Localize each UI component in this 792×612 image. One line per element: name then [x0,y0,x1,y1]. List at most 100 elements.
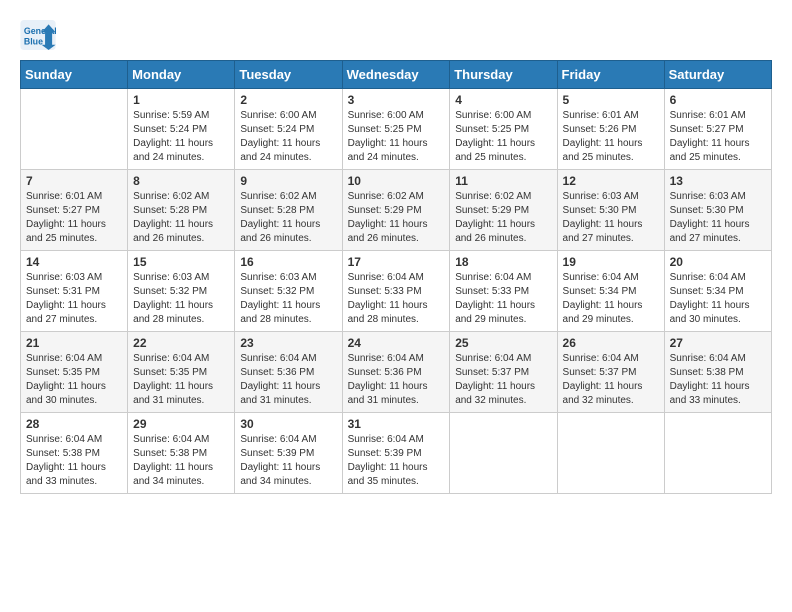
calendar-cell: 19 Sunrise: 6:04 AM Sunset: 5:34 PM Dayli… [557,251,664,332]
day-info: Sunrise: 6:04 AM Sunset: 5:33 PM Dayligh… [455,271,551,327]
day-info: Sunrise: 6:02 AM Sunset: 5:29 PM Dayligh… [348,190,445,246]
weekday-header: Sunday [21,61,128,89]
day-number: 1 [133,93,229,107]
calendar-cell: 18 Sunrise: 6:04 AM Sunset: 5:33 PM Dayli… [450,251,557,332]
calendar-table: SundayMondayTuesdayWednesdayThursdayFrid… [20,60,772,494]
day-number: 28 [26,417,122,431]
calendar-cell: 30 Sunrise: 6:04 AM Sunset: 5:39 PM Dayli… [235,413,342,494]
day-info: Sunrise: 6:01 AM Sunset: 5:27 PM Dayligh… [670,109,766,165]
calendar-cell: 16 Sunrise: 6:03 AM Sunset: 5:32 PM Dayli… [235,251,342,332]
day-info: Sunrise: 6:02 AM Sunset: 5:29 PM Dayligh… [455,190,551,246]
day-number: 14 [26,255,122,269]
calendar-cell: 6 Sunrise: 6:01 AM Sunset: 5:27 PM Daylig… [664,89,771,170]
day-number: 17 [348,255,445,269]
logo: General Blue [20,20,60,50]
day-number: 5 [563,93,659,107]
day-number: 27 [670,336,766,350]
day-number: 16 [240,255,336,269]
day-info: Sunrise: 6:04 AM Sunset: 5:38 PM Dayligh… [26,433,122,489]
calendar-cell: 21 Sunrise: 6:04 AM Sunset: 5:35 PM Dayli… [21,332,128,413]
day-info: Sunrise: 6:04 AM Sunset: 5:35 PM Dayligh… [133,352,229,408]
calendar-cell: 22Sunrise: 6:04 AM Sunset: 5:35 PM Dayli… [128,332,235,413]
day-info: Sunrise: 6:03 AM Sunset: 5:30 PM Dayligh… [563,190,659,246]
day-number: 26 [563,336,659,350]
calendar-cell: 15 Sunrise: 6:03 AM Sunset: 5:32 PM Dayli… [128,251,235,332]
day-info: Sunrise: 6:00 AM Sunset: 5:25 PM Dayligh… [455,109,551,165]
day-number: 11 [455,174,551,188]
day-number: 31 [348,417,445,431]
calendar-cell: 7 Sunrise: 6:01 AM Sunset: 5:27 PM Daylig… [21,170,128,251]
day-info: Sunrise: 6:04 AM Sunset: 5:38 PM Dayligh… [670,352,766,408]
calendar-cell: 25 Sunrise: 6:04 AM Sunset: 5:37 PM Dayli… [450,332,557,413]
day-number: 25 [455,336,551,350]
day-info: Sunrise: 6:04 AM Sunset: 5:39 PM Dayligh… [240,433,336,489]
day-number: 20 [670,255,766,269]
day-info: Sunrise: 6:03 AM Sunset: 5:32 PM Dayligh… [240,271,336,327]
calendar-cell: 17 Sunrise: 6:04 AM Sunset: 5:33 PM Dayli… [342,251,450,332]
day-number: 23 [240,336,336,350]
day-number: 10 [348,174,445,188]
day-number: 6 [670,93,766,107]
day-info: Sunrise: 6:04 AM Sunset: 5:33 PM Dayligh… [348,271,445,327]
day-number: 7 [26,174,122,188]
calendar-cell [557,413,664,494]
calendar-cell [21,89,128,170]
weekday-header: Monday [128,61,235,89]
day-number: 15 [133,255,229,269]
calendar-cell: 20Sunrise: 6:04 AM Sunset: 5:34 PM Dayli… [664,251,771,332]
calendar-cell: 8 Sunrise: 6:02 AM Sunset: 5:28 PM Daylig… [128,170,235,251]
day-info: Sunrise: 5:59 AM Sunset: 5:24 PM Dayligh… [133,109,229,165]
day-number: 29 [133,417,229,431]
day-info: Sunrise: 6:03 AM Sunset: 5:30 PM Dayligh… [670,190,766,246]
calendar-cell: 5 Sunrise: 6:01 AM Sunset: 5:26 PM Daylig… [557,89,664,170]
calendar-cell: 29 Sunrise: 6:04 AM Sunset: 5:38 PM Dayli… [128,413,235,494]
day-info: Sunrise: 6:04 AM Sunset: 5:36 PM Dayligh… [348,352,445,408]
day-number: 3 [348,93,445,107]
weekday-header: Wednesday [342,61,450,89]
day-info: Sunrise: 6:04 AM Sunset: 5:36 PM Dayligh… [240,352,336,408]
calendar-cell [664,413,771,494]
day-number: 2 [240,93,336,107]
calendar-cell: 2Sunrise: 6:00 AM Sunset: 5:24 PM Daylig… [235,89,342,170]
day-info: Sunrise: 6:02 AM Sunset: 5:28 PM Dayligh… [240,190,336,246]
weekday-header: Friday [557,61,664,89]
calendar-cell [450,413,557,494]
day-info: Sunrise: 6:03 AM Sunset: 5:31 PM Dayligh… [26,271,122,327]
calendar-cell: 1 Sunrise: 5:59 AM Sunset: 5:24 PM Daylig… [128,89,235,170]
day-number: 18 [455,255,551,269]
day-info: Sunrise: 6:02 AM Sunset: 5:28 PM Dayligh… [133,190,229,246]
calendar-cell: 31 Sunrise: 6:04 AM Sunset: 5:39 PM Dayli… [342,413,450,494]
page-header: General Blue [20,20,772,50]
day-number: 21 [26,336,122,350]
day-info: Sunrise: 6:01 AM Sunset: 5:26 PM Dayligh… [563,109,659,165]
day-number: 9 [240,174,336,188]
calendar-cell: 11 Sunrise: 6:02 AM Sunset: 5:29 PM Dayli… [450,170,557,251]
day-info: Sunrise: 6:01 AM Sunset: 5:27 PM Dayligh… [26,190,122,246]
calendar-cell: 28 Sunrise: 6:04 AM Sunset: 5:38 PM Dayli… [21,413,128,494]
day-number: 30 [240,417,336,431]
day-info: Sunrise: 6:00 AM Sunset: 5:25 PM Dayligh… [348,109,445,165]
calendar-cell: 27 Sunrise: 6:04 AM Sunset: 5:38 PM Dayli… [664,332,771,413]
logo-icon: General Blue [20,20,56,50]
calendar-cell: 26 Sunrise: 6:04 AM Sunset: 5:37 PM Dayli… [557,332,664,413]
day-info: Sunrise: 6:04 AM Sunset: 5:35 PM Dayligh… [26,352,122,408]
day-info: Sunrise: 6:04 AM Sunset: 5:37 PM Dayligh… [455,352,551,408]
calendar-cell: 23 Sunrise: 6:04 AM Sunset: 5:36 PM Dayli… [235,332,342,413]
day-number: 13 [670,174,766,188]
calendar-cell: 3 Sunrise: 6:00 AM Sunset: 5:25 PM Daylig… [342,89,450,170]
calendar-cell: 13 Sunrise: 6:03 AM Sunset: 5:30 PM Dayli… [664,170,771,251]
day-info: Sunrise: 6:03 AM Sunset: 5:32 PM Dayligh… [133,271,229,327]
day-info: Sunrise: 6:04 AM Sunset: 5:34 PM Dayligh… [563,271,659,327]
day-info: Sunrise: 6:04 AM Sunset: 5:38 PM Dayligh… [133,433,229,489]
calendar-cell: 10 Sunrise: 6:02 AM Sunset: 5:29 PM Dayli… [342,170,450,251]
day-info: Sunrise: 6:04 AM Sunset: 5:39 PM Dayligh… [348,433,445,489]
calendar-cell: 4Sunrise: 6:00 AM Sunset: 5:25 PM Daylig… [450,89,557,170]
day-number: 19 [563,255,659,269]
day-number: 8 [133,174,229,188]
day-info: Sunrise: 6:04 AM Sunset: 5:37 PM Dayligh… [563,352,659,408]
calendar-cell: 12Sunrise: 6:03 AM Sunset: 5:30 PM Dayli… [557,170,664,251]
weekday-header: Tuesday [235,61,342,89]
calendar-cell: 24Sunrise: 6:04 AM Sunset: 5:36 PM Dayli… [342,332,450,413]
svg-text:Blue: Blue [24,37,43,47]
weekday-header: Saturday [664,61,771,89]
